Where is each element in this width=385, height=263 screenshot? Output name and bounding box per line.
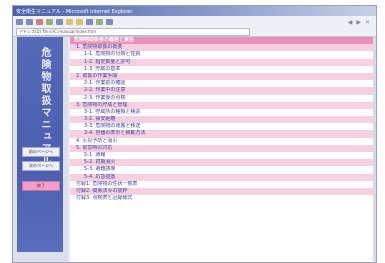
close-icon[interactable]: ✕ — [365, 19, 370, 26]
content-row[interactable]: 5. 緊急時の対応 — [70, 144, 374, 152]
content-row[interactable]: 1. 危険物取扱の概要 — [70, 44, 374, 52]
stop-icon[interactable] — [36, 19, 43, 25]
print-icon[interactable] — [106, 19, 113, 25]
toolbar-buttons — [16, 19, 113, 25]
content-row[interactable]: 付録3. 点検表と記録様式 — [70, 195, 374, 203]
back-icon[interactable]: ◀ — [348, 19, 353, 26]
content-row[interactable]: 3-4. 容器の表示と積載方法 — [70, 130, 374, 138]
address-bar[interactable]: アドレス(D) file:///C:/manual/index.htm — [16, 28, 250, 36]
content-row[interactable]: 5-2. 初期消火 — [70, 159, 374, 167]
content-row[interactable]: 1-1. 危険物の分類と性質 — [70, 51, 374, 59]
content-row[interactable]: 5-1. 通報 — [70, 152, 374, 160]
history-icon[interactable] — [86, 19, 93, 25]
content-row[interactable]: 2-2. 作業中の注意 — [70, 87, 374, 95]
next-page-button[interactable]: 次のページへ — [22, 161, 60, 171]
window-controls: ◀ ▶ ✕ — [348, 19, 370, 26]
content-row[interactable]: 4. 火災予防と消火 — [70, 137, 374, 145]
content-row[interactable]: 2-1. 作業前の確認 — [70, 80, 374, 88]
favorites-icon[interactable] — [76, 19, 83, 25]
content-row[interactable]: 付録1. 危険物の性状一覧表 — [70, 180, 374, 188]
content-row[interactable]: 2. 取扱の作業手順 — [70, 72, 374, 81]
content-row[interactable]: 1-3. 貯蔵の基準 — [70, 65, 374, 73]
content-row[interactable]: 危険物取扱者の義務と責任 — [70, 37, 374, 45]
content-row[interactable]: 3-1. 貯蔵所の種類と構造 — [70, 108, 374, 117]
content-row[interactable]: 3-2. 保安距離 — [70, 116, 374, 124]
forward-icon[interactable]: ▶ — [356, 19, 361, 26]
prev-page-button[interactable]: 前のページへ — [22, 147, 60, 157]
back-button-icon[interactable] — [16, 19, 23, 25]
sidebar: 危険物取扱マニュアル 前のページへ 次のページへ 終了 — [13, 37, 68, 262]
exit-button[interactable]: 終了 — [22, 181, 60, 191]
browser-window: 安全衛生マニュアル - Microsoft Internet Explorer … — [12, 5, 377, 263]
title-bar: 安全衛生マニュアル - Microsoft Internet Explorer — [13, 6, 376, 16]
content-row[interactable]: 3. 危険物の貯蔵と管理 — [70, 101, 374, 109]
mail-icon[interactable] — [96, 19, 103, 25]
window-title: 安全衛生マニュアル - Microsoft Internet Explorer — [16, 8, 133, 15]
scrollbar[interactable] — [373, 37, 376, 262]
sidebar-panel: 危険物取扱マニュアル 前のページへ 次のページへ 終了 — [17, 37, 63, 252]
forward-button-icon[interactable] — [26, 19, 33, 25]
content-row[interactable]: 3-3. 危険物の運搬と移送 — [70, 123, 374, 131]
content-row[interactable]: 1-2. 指定数量と許可 — [70, 58, 374, 66]
refresh-icon[interactable] — [46, 19, 53, 25]
content-row[interactable]: 5-3. 避難誘導 — [70, 166, 374, 174]
toolbar: アドレス(D) file:///C:/manual/index.htm ◀ ▶ … — [13, 16, 376, 37]
content-row[interactable]: 2-3. 作業後の点検 — [70, 94, 374, 102]
content-row[interactable]: 5-4. 応急措置 — [70, 173, 374, 181]
content-row[interactable]: 付録2. 関係法令の抜粋 — [70, 187, 374, 196]
content-list: 危険物取扱者の義務と責任 1. 危険物取扱の概要 1-1. 危険物の分類と性質 1-2… — [70, 37, 374, 262]
home-icon[interactable] — [56, 19, 63, 25]
search-icon[interactable] — [66, 19, 73, 25]
